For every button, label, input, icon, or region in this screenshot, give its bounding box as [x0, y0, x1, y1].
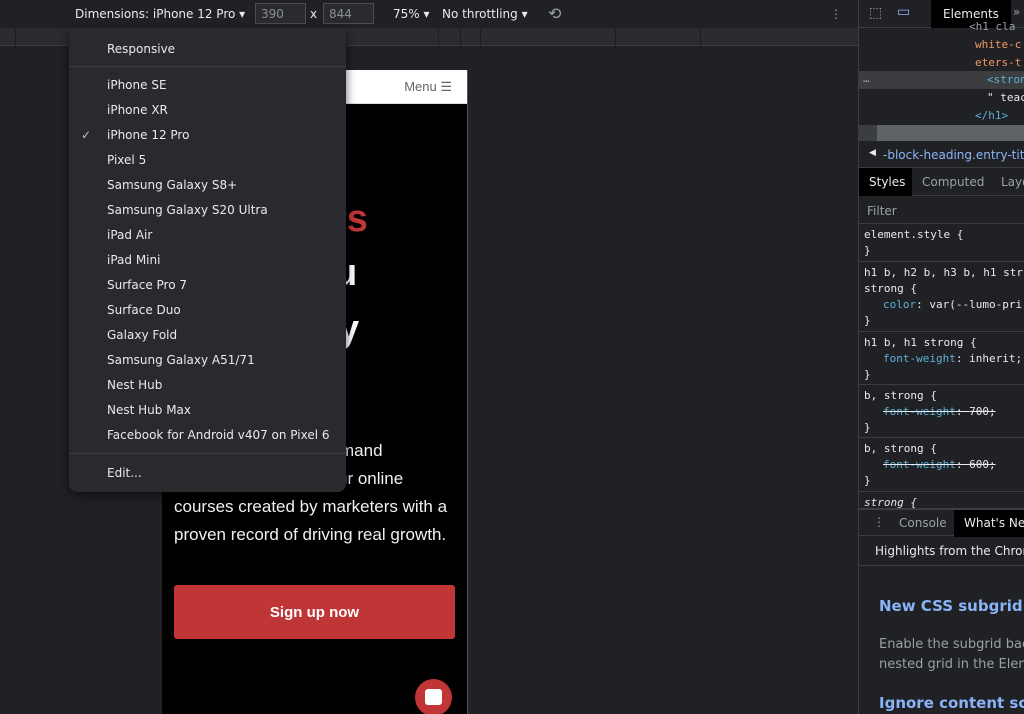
breadcrumb-left-icon[interactable]: ◀ [869, 148, 876, 158]
code-line[interactable]: white-c [975, 38, 1021, 51]
rule-text: element.style { [864, 228, 964, 241]
rule-text: } [864, 474, 871, 487]
style-property[interactable]: font-weight: 600; [883, 458, 996, 471]
tab-console[interactable]: Console [899, 516, 947, 530]
more-tabs-icon[interactable]: » [1013, 5, 1020, 19]
style-rule[interactable]: element.style {} [859, 224, 1024, 262]
rule-text: } [864, 421, 871, 434]
horizontal-scrollbar[interactable] [859, 125, 1024, 141]
menu-item-device[interactable]: Facebook for Android v407 on Pixel 6 [107, 428, 330, 442]
rule-text: b, strong { [864, 389, 937, 402]
device-toolbar-icon[interactable]: ▭ [897, 4, 910, 20]
menu-item-responsive[interactable]: Responsive [107, 42, 175, 56]
menu-item-device[interactable]: Samsung Galaxy A51/71 [107, 353, 255, 367]
rule-text: h1 b, h2 b, h3 b, h1 str [864, 266, 1023, 279]
tab-layout[interactable]: Layo [1001, 175, 1024, 189]
code-line[interactable]: eters-t [975, 56, 1021, 69]
rule-text: strong { [864, 496, 917, 509]
paragraph-line: proven record of driving real growth. [174, 525, 447, 544]
signup-button[interactable]: Sign up now [174, 585, 455, 639]
menu-item-device[interactable]: Surface Pro 7 [107, 278, 187, 292]
throttling-dropdown[interactable]: No throttling ▾ [442, 7, 528, 21]
device-dropdown-menu: Responsive iPhone SE iPhone XR ✓ iPhone 12 … [69, 28, 346, 492]
more-options-icon[interactable]: ⋮ [830, 7, 842, 21]
dimensions-dropdown[interactable]: Dimensions: iPhone 12 Pro ▾ [75, 7, 245, 21]
selected-node-row[interactable]: … <stron [859, 71, 1024, 89]
tab-computed[interactable]: Computed [922, 175, 984, 189]
menu-item-device[interactable]: Galaxy Fold [107, 328, 177, 342]
menu-item-device[interactable]: Nest Hub Max [107, 403, 191, 417]
paragraph-fragment: ur online [338, 469, 404, 488]
device-toolbar: Dimensions: iPhone 12 Pro ▾ 390 x 844 75… [0, 0, 858, 28]
style-rule[interactable]: b, strong { font-weight: 600;} [859, 438, 1024, 492]
devtools-panel: ⬚ ▭ Elements » <h1 cla white-c eters-t …… [858, 0, 1024, 714]
code-line[interactable]: " teac [987, 91, 1024, 104]
paragraph-fragment: mand [340, 441, 383, 460]
tab-styles[interactable]: Styles [859, 168, 912, 196]
hamburger-icon: ☰ [440, 79, 452, 94]
divider [69, 453, 346, 454]
divider [69, 66, 346, 67]
rule-text: } [864, 244, 871, 257]
rule-text: } [864, 314, 871, 327]
chat-icon [425, 689, 442, 705]
rule-text: } [864, 368, 871, 381]
style-property[interactable]: font-weight: inherit; [883, 352, 1022, 365]
news-body: Enable the subgrid bac [879, 637, 1024, 652]
drawer-menu-icon[interactable]: ⋮ [873, 515, 885, 529]
check-icon: ✓ [81, 128, 92, 142]
style-property[interactable]: font-weight: 700; [883, 405, 996, 418]
rule-text: h1 b, h1 strong { [864, 336, 977, 349]
news-title[interactable]: Ignore content scr [879, 694, 1024, 712]
menu-item-device[interactable]: iPad Air [107, 228, 152, 242]
style-rule[interactable]: h1 b, h1 strong { font-weight: inherit;} [859, 332, 1024, 385]
rotate-icon[interactable]: ⟲ [548, 4, 561, 23]
menu-item-edit[interactable]: Edit... [107, 466, 142, 480]
breadcrumb[interactable]: -block-heading.entry-title [883, 148, 1024, 162]
style-rule[interactable]: b, strong { font-weight: 700;} [859, 385, 1024, 438]
chat-button[interactable] [415, 679, 452, 714]
highlights-heading: Highlights from the Chrom [875, 544, 1024, 558]
menu-button[interactable]: Menu ☰ [404, 79, 452, 95]
menu-item-device[interactable]: iPhone SE [107, 78, 167, 92]
filter-input[interactable]: Filter [867, 204, 897, 218]
style-rule[interactable]: h1 b, h2 b, h3 b, h1 str strong { color: v… [859, 262, 1024, 332]
style-rule[interactable]: strong { [859, 492, 1024, 509]
menu-item-device[interactable]: iPad Mini [107, 253, 160, 267]
news-title[interactable]: New CSS subgrid b [879, 597, 1024, 615]
inspect-element-icon[interactable]: ⬚ [869, 5, 882, 21]
menu-item-device[interactable]: Samsung Galaxy S8+ [107, 178, 237, 192]
rule-text: strong { [864, 282, 917, 295]
menu-item-device[interactable]: Nest Hub [107, 378, 162, 392]
menu-item-device[interactable]: Samsung Galaxy S20 Ultra [107, 203, 268, 217]
zoom-dropdown[interactable]: 75% ▾ [393, 7, 430, 21]
menu-item-device[interactable]: Surface Duo [107, 303, 181, 317]
style-property[interactable]: color: var(--lumo-pri [883, 298, 1022, 311]
news-body: nested grid in the Elem [879, 657, 1024, 672]
rule-text: b, strong { [864, 442, 937, 455]
x-separator: x [310, 7, 318, 21]
height-input[interactable]: 844 [323, 3, 374, 24]
menu-item-device[interactable]: iPhone XR [107, 103, 168, 117]
menu-item-device[interactable]: Pixel 5 [107, 153, 146, 167]
paragraph-line: courses created by marketers with a [174, 497, 448, 516]
code-line[interactable]: <h1 cla [969, 20, 1015, 33]
width-input[interactable]: 390 [255, 3, 306, 24]
menu-item-device[interactable]: iPhone 12 Pro [107, 128, 189, 142]
code-line[interactable]: </h1> [975, 109, 1008, 122]
tab-whats-new[interactable]: What's New [954, 510, 1024, 537]
